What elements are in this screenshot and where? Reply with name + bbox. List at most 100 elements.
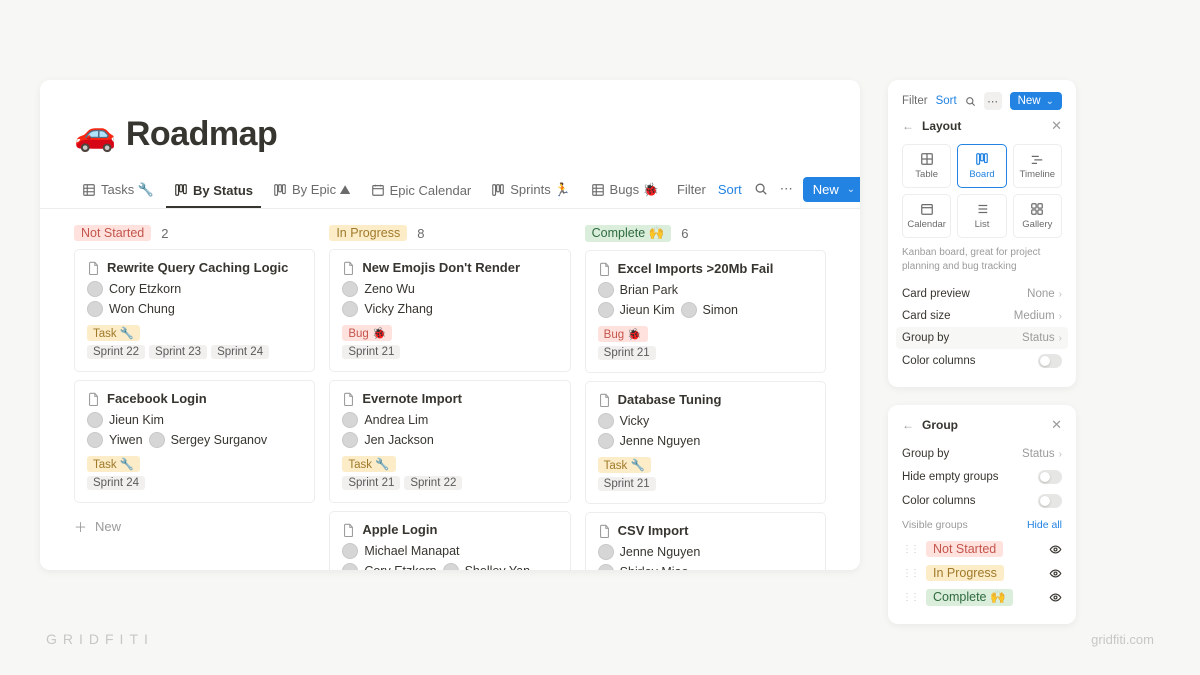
panel-sort[interactable]: Sort xyxy=(936,95,957,107)
views-tabs: Tasks 🔧 By Status By Epic ⛰ Epic Calenda… xyxy=(40,176,860,209)
board-icon xyxy=(174,183,188,197)
panel-filter[interactable]: Filter xyxy=(902,95,928,107)
visible-group-row[interactable]: ⋮⋮ Not Started xyxy=(902,537,1062,561)
avatar xyxy=(598,564,614,570)
layout-option-calendar[interactable]: Calendar xyxy=(902,194,951,238)
page-title-text: Roadmap xyxy=(126,115,277,154)
toggle[interactable] xyxy=(1038,494,1062,508)
assignee-row: Jen Jackson xyxy=(342,432,557,448)
back-icon[interactable]: ← xyxy=(902,119,914,133)
option-row[interactable]: Hide empty groups xyxy=(902,465,1062,489)
tab-label: Epic Calendar xyxy=(390,183,472,198)
card-title: Rewrite Query Caching Logic xyxy=(87,260,302,275)
option-label: Group by xyxy=(902,448,949,460)
option-row[interactable]: Color columns xyxy=(902,349,1062,373)
avatar xyxy=(87,412,103,428)
visible-group-row[interactable]: ⋮⋮ Complete 🙌 xyxy=(902,585,1062,610)
layout-option-table[interactable]: Table xyxy=(902,144,951,188)
assignee-name: Brian Park xyxy=(620,283,678,297)
back-icon[interactable]: ← xyxy=(902,418,914,432)
sort-button[interactable]: Sort xyxy=(716,178,744,201)
layout-option-board[interactable]: Board xyxy=(957,144,1006,188)
option-row[interactable]: Group byStatus › xyxy=(896,327,1068,349)
layout-option-gallery[interactable]: Gallery xyxy=(1013,194,1062,238)
eye-icon[interactable] xyxy=(1049,567,1062,580)
option-row[interactable]: Color columns xyxy=(902,489,1062,513)
tab-tasks[interactable]: Tasks 🔧 xyxy=(74,176,162,208)
tab-sprints[interactable]: Sprints 🏃 xyxy=(483,176,578,208)
add-card-button[interactable]: ＋New xyxy=(74,511,315,542)
grip-icon[interactable]: ⋮⋮ xyxy=(902,568,918,579)
card-title: Facebook Login xyxy=(87,391,302,406)
more-icon[interactable]: ⋯ xyxy=(984,92,1002,110)
group-pill: Not Started xyxy=(926,541,1003,557)
layout-panel: Filter Sort ⋯ New ⌄ ← Layout ✕ TableBoar… xyxy=(888,80,1076,387)
assignee-row: Cory EtzkornShelley Yan xyxy=(342,563,557,570)
board-card[interactable]: CSV Import Jenne NguyenShirley Miao Task… xyxy=(585,512,826,570)
layout-option-timeline[interactable]: Timeline xyxy=(1013,144,1062,188)
option-value: Medium › xyxy=(1014,310,1062,322)
avatar xyxy=(149,432,165,448)
board-card[interactable]: Facebook Login Jieun KimYiwenSergey Surg… xyxy=(74,380,315,503)
avatar xyxy=(87,432,103,448)
avatar xyxy=(342,301,358,317)
close-icon[interactable]: ✕ xyxy=(1051,118,1062,134)
close-icon[interactable]: ✕ xyxy=(1051,417,1062,433)
option-row[interactable]: Card sizeMedium › xyxy=(902,305,1062,327)
grip-icon[interactable]: ⋮⋮ xyxy=(902,592,918,603)
footer-brand: GRIDFITI xyxy=(46,631,154,647)
new-button[interactable]: New ⌄ xyxy=(803,177,860,202)
group-panel: ← Group ✕ Group byStatus ›Hide empty gro… xyxy=(888,405,1076,624)
board-card[interactable]: Rewrite Query Caching Logic Cory Etzkorn… xyxy=(74,249,315,372)
tab-by-epic[interactable]: By Epic ⛰ xyxy=(265,176,359,208)
search-icon[interactable] xyxy=(965,96,976,107)
tab-by-status[interactable]: By Status xyxy=(166,177,261,208)
column-status-pill: Complete 🙌 xyxy=(585,225,672,242)
assignee-name: Won Chung xyxy=(109,302,175,316)
plus-icon: ＋ xyxy=(74,517,87,536)
search-icon[interactable] xyxy=(752,178,770,200)
assignee-row: Andrea Lim xyxy=(342,412,557,428)
tab-label: Sprints 🏃 xyxy=(510,182,570,198)
layout-options: Table BoardTimeline CalendarListGallery xyxy=(902,144,1062,238)
hide-all-button[interactable]: Hide all xyxy=(1027,519,1062,531)
footer-url: gridfiti.com xyxy=(1091,632,1154,647)
layout-option-list[interactable]: List xyxy=(957,194,1006,238)
type-tag: Bug 🐞 xyxy=(598,326,648,342)
assignee-name: Jieun Kim xyxy=(620,303,675,317)
type-tag: Task 🔧 xyxy=(87,456,140,472)
page-title: 🚗 Roadmap xyxy=(74,114,826,154)
sprint-tag: Sprint 21 xyxy=(342,476,400,490)
board-card[interactable]: Apple Login Michael ManapatCory EtzkornS… xyxy=(329,511,570,570)
panel-new-button[interactable]: New ⌄ xyxy=(1010,92,1062,110)
tab-epic-calendar[interactable]: Epic Calendar xyxy=(363,177,480,208)
toggle[interactable] xyxy=(1038,470,1062,484)
tab-bugs[interactable]: Bugs 🐞 xyxy=(583,176,667,208)
more-icon[interactable]: ⋯ xyxy=(778,177,795,201)
board-card[interactable]: Database Tuning VickyJenne Nguyen Task 🔧… xyxy=(585,381,826,504)
eye-icon[interactable] xyxy=(1049,543,1062,556)
sprint-tag: Sprint 21 xyxy=(342,345,400,359)
toggle[interactable] xyxy=(1038,354,1062,368)
board-card[interactable]: New Emojis Don't Render Zeno WuVicky Zha… xyxy=(329,249,570,372)
board-card[interactable]: Excel Imports >20Mb Fail Brian ParkJieun… xyxy=(585,250,826,373)
option-row[interactable]: Group byStatus › xyxy=(902,443,1062,465)
option-row[interactable]: Card previewNone › xyxy=(902,283,1062,305)
sprint-tag: Sprint 21 xyxy=(598,477,656,491)
eye-icon[interactable] xyxy=(1049,591,1062,604)
avatar xyxy=(598,544,614,560)
board-card[interactable]: Evernote Import Andrea LimJen Jackson Ta… xyxy=(329,380,570,503)
grip-icon[interactable]: ⋮⋮ xyxy=(902,544,918,555)
type-tag: Task 🔧 xyxy=(87,325,140,341)
card-title: Evernote Import xyxy=(342,391,557,406)
calendar-icon xyxy=(371,183,385,197)
assignee-row: Shirley Miao xyxy=(598,564,813,570)
group-pill: In Progress xyxy=(926,565,1004,581)
visible-group-row[interactable]: ⋮⋮ In Progress xyxy=(902,561,1062,585)
avatar xyxy=(342,432,358,448)
option-label: Color columns xyxy=(902,355,976,367)
layout-option-label: Table xyxy=(915,169,938,180)
assignee-row: Cory Etzkorn xyxy=(87,281,302,297)
filter-button[interactable]: Filter xyxy=(675,178,708,201)
card-title: New Emojis Don't Render xyxy=(342,260,557,275)
